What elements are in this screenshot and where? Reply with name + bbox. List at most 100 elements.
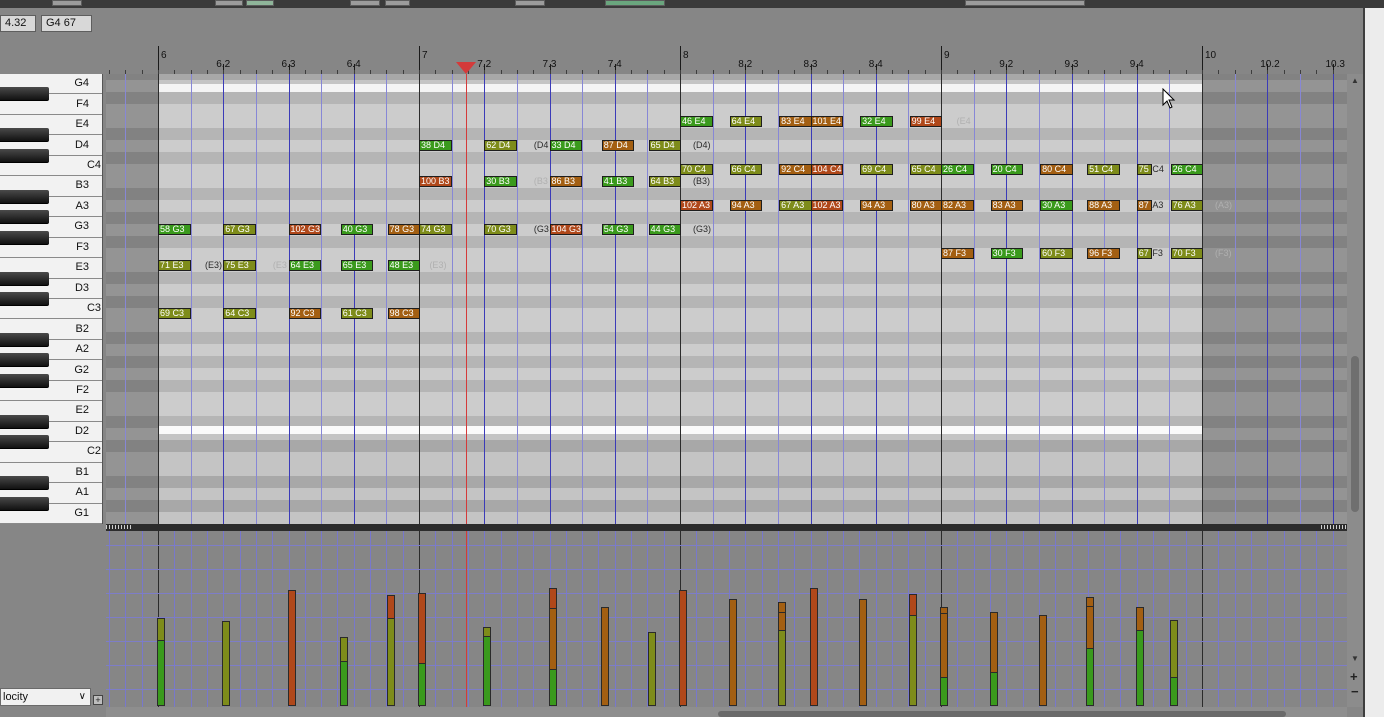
velocity-bar[interactable] (157, 640, 165, 706)
piano-black-key[interactable] (0, 373, 49, 388)
piano-black-key[interactable] (0, 189, 49, 204)
toolbar-button[interactable] (246, 0, 274, 6)
midi-note[interactable]: 74 G3 (419, 224, 452, 235)
piano-black-key[interactable] (0, 353, 49, 368)
midi-note[interactable]: 75 E3 (223, 260, 256, 271)
midi-note[interactable]: 104 C4 (810, 164, 844, 175)
midi-note[interactable]: 62 D4 (484, 140, 517, 151)
piano-black-key[interactable] (0, 332, 49, 347)
velocity-lane[interactable] (106, 531, 1347, 707)
midi-note[interactable]: 32 E4 (860, 116, 893, 127)
midi-note[interactable]: 70 G3 (484, 224, 517, 235)
midi-note[interactable]: 104 G3 (549, 224, 583, 235)
splitter-grip-left[interactable] (106, 525, 132, 529)
midi-note[interactable]: 80 A3 (909, 200, 943, 211)
toolbar-button[interactable] (52, 0, 82, 6)
scroll-up-icon[interactable]: ▲ (1350, 76, 1360, 86)
midi-note[interactable]: 102 A3 (810, 200, 844, 211)
midi-note[interactable]: 67 A3 (779, 200, 812, 211)
zoom-out-icon[interactable]: − (1351, 684, 1359, 699)
midi-note[interactable]: 51 C4 (1087, 164, 1120, 175)
midi-note[interactable]: 64 B3 (648, 176, 682, 187)
splitter-grip-right[interactable] (1321, 525, 1347, 529)
velocity-bar[interactable] (386, 617, 395, 706)
midi-note[interactable]: 98 C3 (387, 308, 421, 319)
velocity-bar[interactable] (1086, 648, 1095, 706)
midi-note[interactable]: 82 A3 (941, 200, 974, 211)
midi-note[interactable]: 65 D4 (648, 140, 682, 151)
piano-black-key[interactable] (0, 148, 49, 163)
toolbar-button[interactable] (605, 0, 665, 6)
midi-note[interactable]: 80 C4 (1040, 164, 1073, 175)
midi-note[interactable]: 83 E4 (779, 116, 812, 127)
midi-note[interactable]: 40 G3 (340, 224, 374, 235)
playhead-marker-icon[interactable] (455, 62, 476, 74)
midi-note[interactable]: 60 F3 (1040, 248, 1073, 259)
midi-note[interactable]: 102 A3 (680, 200, 713, 211)
piano-black-key[interactable] (0, 210, 49, 225)
midi-note[interactable]: 20 C4 (990, 164, 1024, 175)
midi-note[interactable]: 71 E3 (158, 260, 191, 271)
velocity-bar[interactable] (287, 590, 296, 706)
toolbar-button[interactable] (215, 0, 243, 6)
midi-note[interactable]: 99 E4 (909, 116, 943, 127)
velocity-bar[interactable] (679, 590, 687, 706)
toolbar-button[interactable] (385, 0, 410, 6)
midi-note[interactable]: 61 C3 (340, 308, 374, 319)
midi-note[interactable]: 87 A3 (1136, 200, 1153, 211)
piano-black-key[interactable] (0, 87, 49, 102)
midi-note[interactable]: 78 G3 (387, 224, 421, 235)
midi-note[interactable]: 100 B3 (419, 176, 452, 187)
midi-note[interactable]: 46 E4 (680, 116, 713, 127)
vertical-scroll-thumb[interactable] (1351, 356, 1359, 512)
midi-note[interactable]: 67 F3 (1136, 248, 1153, 259)
toolbar-button[interactable] (350, 0, 380, 6)
midi-note[interactable]: 94 A3 (729, 200, 763, 211)
velocity-bar[interactable] (908, 615, 917, 706)
midi-note[interactable]: 75 C4 (1136, 164, 1153, 175)
velocity-bar[interactable] (940, 676, 948, 706)
midi-note[interactable]: 69 C4 (860, 164, 893, 175)
midi-note[interactable]: 48 E3 (387, 260, 421, 271)
velocity-bar[interactable] (809, 588, 818, 706)
midi-note[interactable]: 41 B3 (601, 176, 635, 187)
toolbar-button[interactable] (515, 0, 545, 6)
position-display[interactable]: 4.32 (0, 15, 36, 32)
midi-note[interactable]: 101 E4 (810, 116, 844, 127)
scroll-down-icon[interactable]: ▼ (1350, 654, 1360, 664)
midi-note[interactable]: 83 A3 (990, 200, 1024, 211)
piano-black-key[interactable] (0, 476, 49, 491)
midi-note[interactable]: 30 F3 (990, 248, 1024, 259)
timeline-ruler[interactable]: 6 6.2 6.3 6.4 7 7.2 7.3 7.4 8 8.2 8.3 8.4 9 9.2 9.3 9.4… (106, 8, 1347, 74)
midi-note[interactable]: 30 B3 (484, 176, 517, 187)
midi-note[interactable]: 58 G3 (158, 224, 191, 235)
lane-splitter[interactable] (106, 524, 1347, 531)
velocity-bar[interactable] (1135, 630, 1144, 706)
velocity-bar[interactable] (1169, 676, 1178, 706)
horizontal-scroll-thumb[interactable] (718, 711, 1286, 717)
note-display[interactable]: G4 67 (41, 15, 92, 32)
midi-note[interactable]: 64 C3 (223, 308, 256, 319)
midi-note[interactable]: 38 D4 (419, 140, 452, 151)
midi-note[interactable]: 86 B3 (549, 176, 583, 187)
midi-note[interactable]: 66 C4 (729, 164, 763, 175)
velocity-bar[interactable] (222, 620, 231, 706)
midi-note[interactable]: 87 D4 (601, 140, 635, 151)
horizontal-scrollbar[interactable] (106, 707, 1347, 717)
piano-black-key[interactable] (0, 128, 49, 143)
vertical-scrollbar[interactable]: ▲ ▼ + − (1347, 74, 1363, 707)
velocity-bar[interactable] (728, 599, 737, 706)
midi-note[interactable]: 64 E4 (729, 116, 763, 127)
add-lane-icon[interactable]: + (93, 695, 103, 705)
midi-note[interactable]: 65 E3 (340, 260, 374, 271)
midi-note[interactable]: 96 F3 (1087, 248, 1120, 259)
velocity-bar[interactable] (989, 671, 998, 706)
midi-note[interactable]: 33 D4 (549, 140, 583, 151)
velocity-bar[interactable] (418, 662, 426, 706)
midi-note[interactable]: 94 A3 (860, 200, 893, 211)
velocity-bar[interactable] (483, 635, 492, 706)
piano-keyboard[interactable]: G4 F4 E4 D4 C4 B3 A3 G3 F3 E3 D3 C3 B2 A2 G2 F2 E2 D2 C2 B1… (0, 74, 103, 524)
piano-black-key[interactable] (0, 435, 49, 450)
piano-black-key[interactable] (0, 271, 49, 286)
velocity-bar[interactable] (548, 668, 557, 706)
